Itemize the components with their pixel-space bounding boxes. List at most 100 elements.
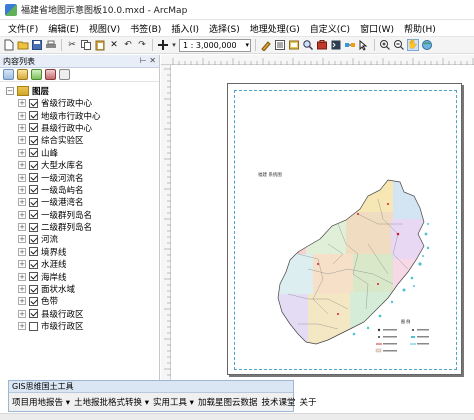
copy-icon[interactable] xyxy=(80,39,92,51)
expand-icon[interactable]: + xyxy=(18,185,26,194)
expand-icon[interactable]: + xyxy=(18,136,26,145)
land-approval-format-conversion-menu[interactable]: 土地报批格式转换 ▾ xyxy=(74,396,149,408)
layer-visibility-checkbox[interactable] xyxy=(29,98,38,108)
list-by-source-icon[interactable] xyxy=(17,69,28,80)
layer-visibility-checkbox[interactable] xyxy=(29,222,38,232)
layer-visibility-checkbox[interactable] xyxy=(29,210,38,220)
layer-row[interactable]: + 一级群列岛名 xyxy=(0,209,159,221)
collapse-icon[interactable]: − xyxy=(6,86,14,95)
menu-view[interactable]: 视图(V) xyxy=(89,22,120,35)
open-folder-icon[interactable] xyxy=(17,39,29,51)
layer-visibility-checkbox[interactable] xyxy=(29,284,38,294)
expand-icon[interactable]: + xyxy=(18,260,26,269)
layer-row[interactable]: + 综合实验区 xyxy=(0,134,159,146)
menu-windows[interactable]: 窗口(W) xyxy=(360,22,394,35)
layer-visibility-checkbox[interactable] xyxy=(29,135,38,145)
editor-toolbar-icon[interactable] xyxy=(260,39,272,51)
pan-hand-icon[interactable]: ✋ xyxy=(407,39,419,51)
menu-bookmarks[interactable]: 书签(B) xyxy=(130,22,161,35)
cut-icon[interactable]: ✂ xyxy=(66,39,78,51)
layer-visibility-checkbox[interactable] xyxy=(29,185,38,195)
layer-row[interactable]: + 色带 xyxy=(0,295,159,307)
expand-icon[interactable]: + xyxy=(18,223,26,232)
layer-visibility-checkbox[interactable] xyxy=(29,309,38,319)
expand-icon[interactable]: + xyxy=(18,198,26,207)
layer-row[interactable]: + 县级行政区 xyxy=(0,308,159,320)
layer-row[interactable]: + 省级行政中心 xyxy=(0,97,159,109)
layer-row[interactable]: + 山峰 xyxy=(0,147,159,159)
undo-icon[interactable]: ↶ xyxy=(122,39,134,51)
full-extent-icon[interactable] xyxy=(421,39,433,51)
menu-insert[interactable]: 插入(I) xyxy=(171,22,199,35)
expand-icon[interactable]: + xyxy=(18,235,26,244)
layers-root[interactable]: − 图层 xyxy=(0,84,159,97)
layer-row[interactable]: + 境界线 xyxy=(0,246,159,258)
project-land-report-menu[interactable]: 项目用地报告 ▾ xyxy=(12,396,70,408)
paste-icon[interactable] xyxy=(94,39,106,51)
print-icon[interactable] xyxy=(45,39,57,51)
expand-icon[interactable]: + xyxy=(18,99,26,108)
layer-row[interactable]: + 一级港湾名 xyxy=(0,196,159,208)
search-window-icon[interactable] xyxy=(302,39,314,51)
layer-row[interactable]: + 县级行政中心 xyxy=(0,122,159,134)
arctoolbox-icon[interactable] xyxy=(316,39,328,51)
about-button[interactable]: 关于 xyxy=(299,396,316,408)
utility-tools-menu[interactable]: 实用工具 ▾ xyxy=(153,396,194,408)
add-data-icon[interactable] xyxy=(157,39,169,51)
layer-row[interactable]: + 面状水域 xyxy=(0,283,159,295)
layer-visibility-checkbox[interactable] xyxy=(29,272,38,282)
layer-row[interactable]: + 一级河流名 xyxy=(0,171,159,184)
layer-row[interactable]: + 二级群列岛名 xyxy=(0,221,159,233)
layer-visibility-checkbox[interactable] xyxy=(29,321,38,331)
options-icon[interactable] xyxy=(59,69,70,80)
menu-file[interactable]: 文件(F) xyxy=(8,22,38,35)
menu-edit[interactable]: 编辑(E) xyxy=(48,22,79,35)
zoom-out-icon[interactable] xyxy=(393,39,405,51)
add-data-dropdown-icon[interactable]: ▾ xyxy=(171,39,177,51)
expand-icon[interactable]: + xyxy=(18,148,26,157)
menu-geoprocessing[interactable]: 地理处理(G) xyxy=(250,22,300,35)
expand-icon[interactable]: + xyxy=(18,285,26,294)
table-of-contents-icon[interactable] xyxy=(274,39,286,51)
save-icon[interactable] xyxy=(31,39,43,51)
pin-icon[interactable]: ⊢ xyxy=(140,56,147,65)
list-by-drawing-order-icon[interactable] xyxy=(3,69,14,80)
layer-visibility-checkbox[interactable] xyxy=(29,197,38,207)
menu-selection[interactable]: 选择(S) xyxy=(209,22,240,35)
layer-visibility-checkbox[interactable] xyxy=(29,148,38,158)
new-document-icon[interactable] xyxy=(3,39,15,51)
layer-visibility-checkbox[interactable] xyxy=(29,259,38,269)
python-window-icon[interactable] xyxy=(330,39,342,51)
layer-row[interactable]: + 地级市行政中心 xyxy=(0,109,159,122)
menu-customize[interactable]: 自定义(C) xyxy=(310,22,350,35)
expand-icon[interactable]: + xyxy=(18,297,26,306)
menu-help[interactable]: 帮助(H) xyxy=(404,22,436,35)
layer-visibility-checkbox[interactable] xyxy=(29,160,38,170)
expand-icon[interactable]: + xyxy=(18,247,26,256)
whats-this-icon[interactable] xyxy=(358,39,370,51)
layer-row[interactable]: + 一级岛屿名 xyxy=(0,184,159,196)
list-by-selection-icon[interactable] xyxy=(45,69,56,80)
layer-visibility-checkbox[interactable] xyxy=(29,123,38,133)
map-scale-combobox[interactable]: 1 : 3,000,000 ▾ xyxy=(179,38,251,52)
layer-row[interactable]: + 河流 xyxy=(0,233,159,245)
expand-icon[interactable]: + xyxy=(18,123,26,132)
load-satellite-cloud-data-button[interactable]: 加载星图云数据 xyxy=(198,396,258,408)
expand-icon[interactable]: + xyxy=(18,161,26,170)
layer-row[interactable]: + 大型水库名 xyxy=(0,159,159,171)
layer-row[interactable]: + 水涯线 xyxy=(0,258,159,270)
expand-icon[interactable]: + xyxy=(18,173,26,182)
layout-view[interactable]: 福建 系统图 图 例 xyxy=(161,55,474,380)
close-icon[interactable]: ✕ xyxy=(149,56,156,65)
layer-row[interactable]: + 市级行政区 xyxy=(0,320,159,332)
expand-icon[interactable]: + xyxy=(18,210,26,219)
tech-classroom-button[interactable]: 技术课堂 xyxy=(261,396,295,408)
model-builder-icon[interactable] xyxy=(344,39,356,51)
layer-visibility-checkbox[interactable] xyxy=(29,234,38,244)
zoom-in-icon[interactable] xyxy=(379,39,391,51)
catalog-window-icon[interactable] xyxy=(288,39,300,51)
expand-icon[interactable]: + xyxy=(18,309,26,318)
list-by-visibility-icon[interactable] xyxy=(31,69,42,80)
expand-icon[interactable]: + xyxy=(18,111,26,120)
layer-visibility-checkbox[interactable] xyxy=(29,247,38,257)
